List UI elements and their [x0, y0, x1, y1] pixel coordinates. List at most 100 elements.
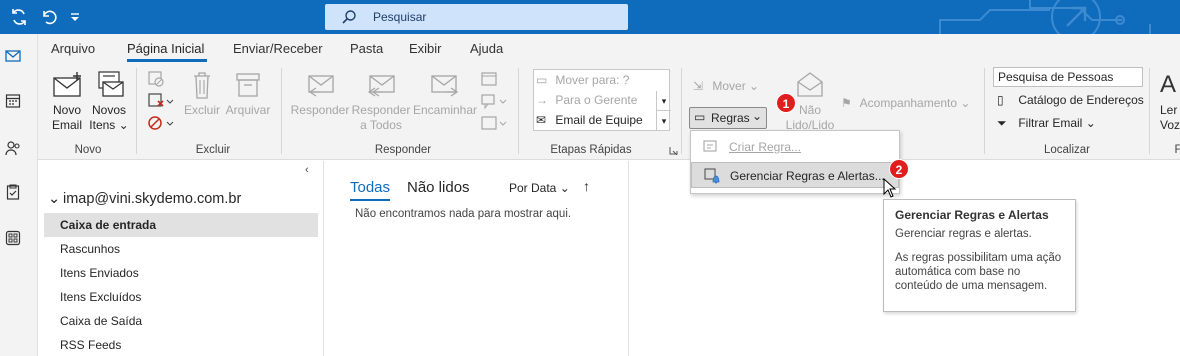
group-label-excluir: Excluir	[195, 144, 231, 156]
read-aloud-button[interactable]: A Ler Voz	[1160, 70, 1180, 138]
archive-label: Arquivar	[225, 103, 271, 117]
quick-step-team-email-label: Email de Equipe	[555, 113, 643, 127]
reply-label: Responder	[290, 103, 350, 117]
filter-email-label: Filtrar Email	[1018, 116, 1083, 130]
sort-direction-icon[interactable]: ↑	[583, 178, 590, 194]
folder-rss[interactable]: RSS Feeds	[44, 333, 318, 356]
follow-up-button[interactable]: ⚑ Acompanhamento ⌄	[841, 95, 970, 111]
account-header[interactable]: ⌄ imap@vini.skydemo.com.br	[48, 191, 241, 207]
tasks-icon[interactable]	[5, 184, 21, 200]
folder-label: RSS Feeds	[60, 338, 122, 352]
folder-drafts[interactable]: Rascunhos	[44, 237, 318, 261]
quick-steps-scroll[interactable]: ▾ ▾	[656, 91, 671, 131]
folder-sent[interactable]: Itens Enviados	[44, 261, 318, 285]
reply-button[interactable]: Responder	[290, 70, 350, 138]
group-separator	[281, 68, 282, 154]
search-placeholder: Pesquisar	[373, 10, 427, 24]
group-separator	[136, 68, 137, 154]
address-book-button[interactable]: ▯ Catálogo de Endereços	[997, 92, 1144, 108]
menu-item-manage-rules[interactable]: Gerenciar Regras e Alertas...	[691, 162, 899, 188]
chevron-down-icon: ⌄	[960, 96, 971, 110]
junk-icon[interactable]	[146, 114, 174, 132]
people-icon[interactable]	[5, 140, 21, 156]
search-people-input[interactable]: Pesquisa de Pessoas	[993, 67, 1143, 87]
create-rule-icon	[703, 140, 717, 152]
empty-list-message: Não encontramos nada para mostrar aqui.	[355, 208, 572, 220]
more-respond-icon[interactable]	[480, 114, 508, 132]
new-email-button[interactable]: Novo Email	[44, 70, 90, 138]
new-items-button[interactable]: Novos Itens ⌄	[88, 70, 130, 138]
new-items-label-2: Itens ⌄	[88, 118, 130, 133]
menu-item-create-rule[interactable]: Criar Regra...	[691, 134, 899, 160]
new-email-icon	[53, 72, 81, 97]
meeting-icon[interactable]	[480, 70, 500, 88]
filter-email-button[interactable]: ⏷ Filtrar Email ⌄	[997, 115, 1096, 131]
message-list: Todas Não lidos Por Data ⌄ ↑ Não encontr…	[325, 161, 629, 356]
folder-inbox[interactable]: Caixa de entrada	[44, 213, 318, 237]
mail-icon[interactable]	[5, 48, 21, 64]
reply-all-button[interactable]: Responder a Todos	[349, 70, 413, 138]
tab-ajuda[interactable]: Ajuda	[470, 41, 503, 56]
group-label-etapas: Etapas Rápidas	[550, 144, 632, 156]
tab-pasta[interactable]: Pasta	[350, 41, 383, 56]
quick-step-to-manager[interactable]: → Para o Gerente	[536, 92, 637, 108]
apps-icon[interactable]	[5, 230, 21, 246]
archive-icon	[236, 73, 260, 97]
dialog-launcher-icon[interactable]	[669, 146, 678, 155]
manage-rules-icon	[704, 168, 720, 184]
search-people-text: Pesquisa de Pessoas	[998, 70, 1114, 84]
undo-icon[interactable]	[39, 7, 59, 27]
im-icon[interactable]	[480, 92, 508, 110]
tab-enviar-receber[interactable]: Enviar/Receber	[233, 41, 323, 56]
tab-all[interactable]: Todas	[350, 179, 390, 196]
delete-button[interactable]: Excluir	[182, 70, 222, 138]
new-items-label-1: Novos	[91, 103, 126, 117]
chevron-down-icon: ⌄	[118, 118, 129, 132]
rules-label: Regras	[711, 111, 750, 125]
quick-step-move-to[interactable]: ▭ Mover para: ?	[536, 72, 629, 88]
new-email-label-2: Email	[51, 118, 82, 132]
active-filter-indicator	[350, 199, 390, 201]
tooltip-title: Gerenciar Regras e Alertas	[895, 208, 1049, 222]
sync-icon[interactable]	[9, 7, 29, 27]
active-tab-indicator	[127, 59, 207, 62]
folder-label: Rascunhos	[60, 242, 121, 256]
ribbon-tabs: Arquivo Página Inicial Enviar/Receber Pa…	[38, 34, 1180, 64]
calendar-icon[interactable]	[5, 93, 21, 109]
group-label-localizar: Localizar	[1043, 144, 1091, 156]
forward-button[interactable]: Encaminhar	[412, 70, 478, 138]
rules-icon: ▭	[694, 110, 706, 124]
move-button[interactable]: ⇲ Mover ⌄	[693, 78, 759, 94]
move-icon: ⇲	[693, 79, 704, 93]
chevron-down-icon: ⌄	[1085, 116, 1096, 130]
folder-outbox[interactable]: Caixa de Saída	[44, 309, 318, 333]
folder-label: Itens Excluídos	[60, 290, 142, 304]
clean-up-icon[interactable]	[146, 92, 174, 110]
tab-pagina-inicial[interactable]: Página Inicial	[127, 41, 204, 56]
sort-dropdown[interactable]: Por Data ⌄	[509, 181, 570, 195]
follow-up-label: Acompanhamento	[859, 96, 958, 110]
tab-arquivo[interactable]: Arquivo	[51, 41, 95, 56]
folder-deleted[interactable]: Itens Excluídos	[44, 285, 318, 309]
filter-icon: ⏷	[997, 116, 1007, 130]
rules-button[interactable]: ▭ Regras ⌄	[689, 107, 767, 129]
search-input[interactable]: Pesquisar	[325, 4, 628, 30]
chevron-down-icon: ⌄	[559, 181, 570, 195]
new-items-icon	[98, 71, 124, 97]
tab-unread[interactable]: Não lidos	[407, 179, 470, 196]
collapse-pane-icon[interactable]: ‹	[305, 164, 309, 176]
address-book-icon: ▯	[997, 93, 1004, 107]
customize-toolbar-icon[interactable]	[68, 10, 82, 24]
tab-exibir[interactable]: Exibir	[409, 41, 442, 56]
group-separator	[681, 68, 682, 154]
account-email: imap@vini.skydemo.com.br	[63, 191, 242, 207]
tooltip-body: Gerenciar regras e alertas.	[895, 228, 1032, 240]
reply-all-label-1: Responder	[351, 103, 411, 117]
quick-step-team-email[interactable]: ✉ Email de Equipe	[536, 112, 643, 128]
sort-label: Por Data	[509, 181, 557, 195]
ignore-icon[interactable]	[146, 70, 166, 88]
archive-button[interactable]: Arquivar	[224, 70, 272, 138]
group-label-fala: F	[1174, 144, 1180, 156]
forward-label: Encaminhar	[412, 103, 478, 117]
folder-label: Caixa de entrada	[60, 218, 157, 232]
